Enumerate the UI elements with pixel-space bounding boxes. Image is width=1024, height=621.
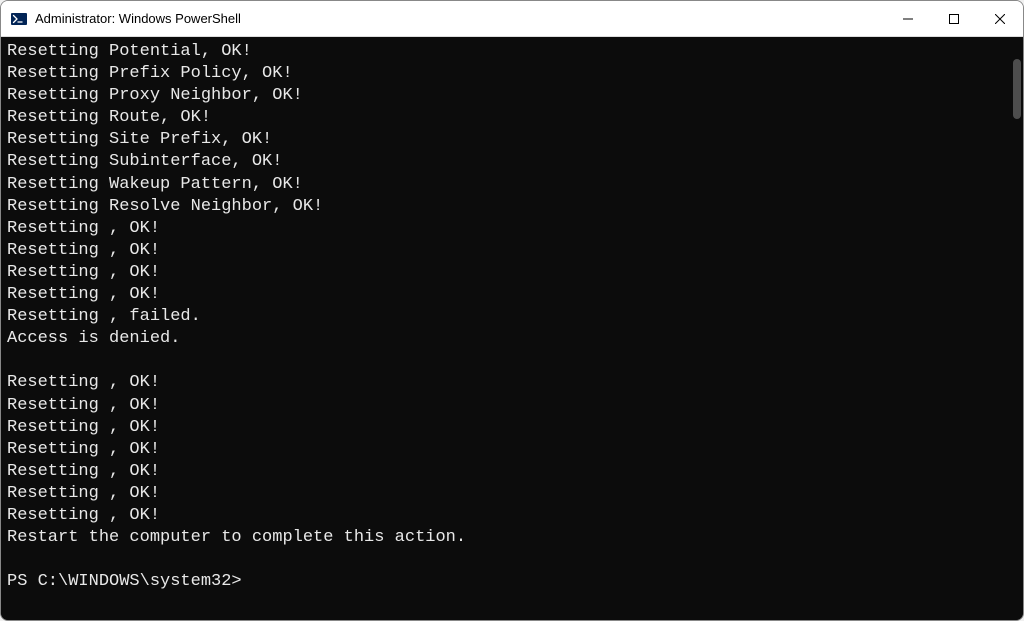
window-title: Administrator: Windows PowerShell [35,11,885,26]
window-controls [885,1,1023,36]
cursor [243,573,252,591]
terminal-output[interactable]: Resetting Potential, OK! Resetting Prefi… [1,37,1007,620]
maximize-icon [949,14,959,24]
powershell-window: Administrator: Windows PowerShell Resett [0,0,1024,621]
prompt: PS C:\WINDOWS\system32> [7,572,242,591]
terminal-container: Resetting Potential, OK! Resetting Prefi… [1,37,1023,620]
maximize-button[interactable] [931,1,977,36]
close-icon [995,14,1005,24]
close-button[interactable] [977,1,1023,36]
scrollbar[interactable] [1007,37,1023,620]
titlebar[interactable]: Administrator: Windows PowerShell [1,1,1023,37]
minimize-button[interactable] [885,1,931,36]
scrollbar-thumb[interactable] [1013,59,1021,119]
minimize-icon [903,14,913,24]
terminal-text: Resetting Potential, OK! Resetting Prefi… [7,42,466,547]
powershell-icon [11,11,27,27]
